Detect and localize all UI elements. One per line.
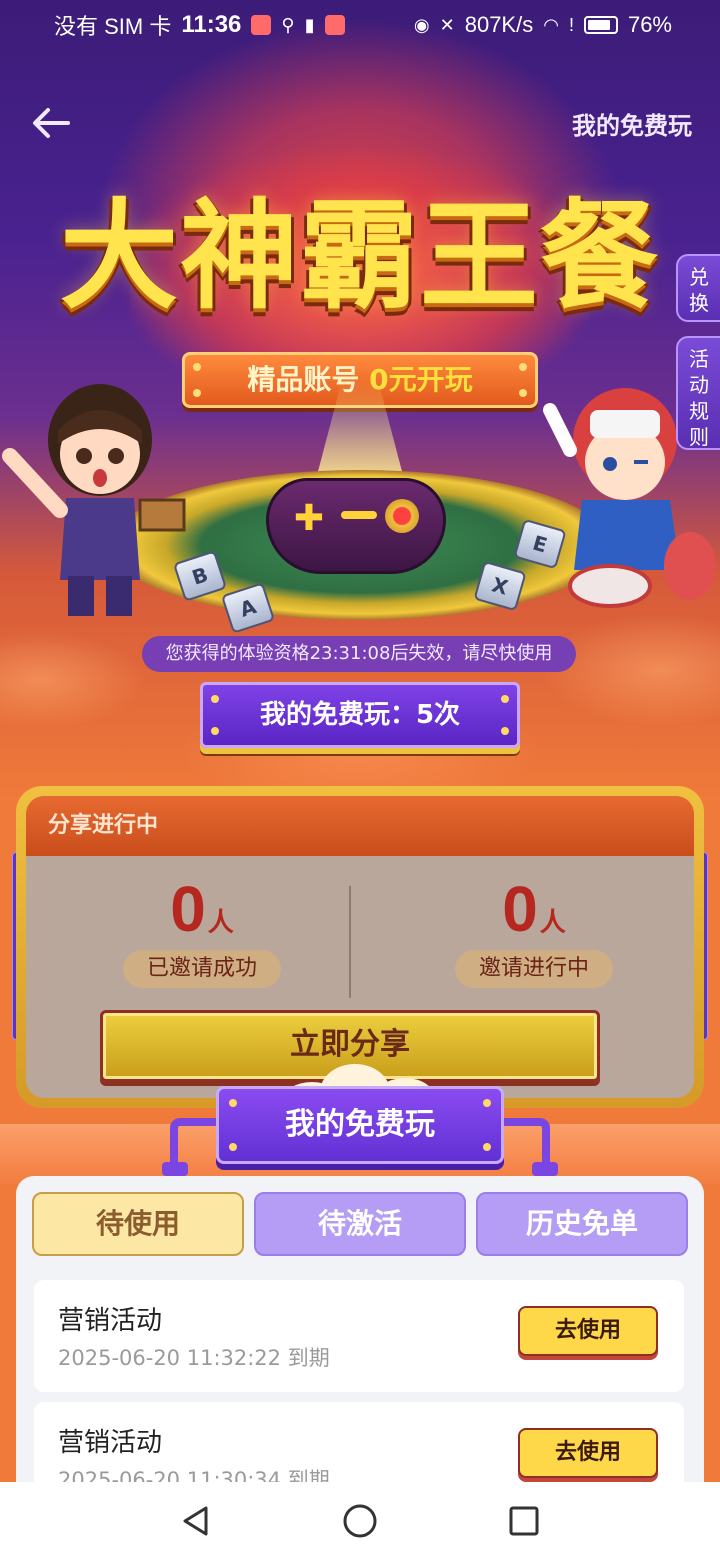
section-title-text: 我的免费玩: [285, 1107, 435, 1142]
dpad-icon: ✚: [293, 498, 325, 539]
app-notification-icon: [251, 15, 272, 35]
tab-pending-activation[interactable]: 待激活: [254, 1192, 466, 1256]
status-left: 没有 SIM 卡 11:36 ⚲ ▮: [54, 9, 345, 41]
tab-history[interactable]: 历史免单: [476, 1192, 688, 1256]
rivet: [483, 1099, 491, 1107]
eye-icon: ◉: [413, 14, 430, 35]
no-sim-icon: !: [568, 14, 574, 35]
gamepad-center-bar: [341, 511, 377, 519]
battery-percent: 76%: [627, 12, 672, 37]
hero-banner: 没有 SIM 卡 11:36 ⚲ ▮ ◉ ✕ 807K/s ◠ ! 76% 我的…: [0, 0, 720, 800]
system-nav-bar: [0, 1482, 720, 1560]
back-button[interactable]: [28, 100, 74, 146]
app-notification-icon-2: [324, 15, 345, 35]
invited-pending-count: 0: [502, 873, 538, 945]
page-title: 我的免费玩: [572, 112, 692, 140]
share-card-header: 分享进行中: [26, 796, 694, 856]
mute-bell-icon: ✕: [439, 14, 455, 35]
network-speed: 807K/s: [464, 12, 534, 37]
voucher-title: 营销活动: [58, 1428, 163, 1458]
status-right: ◉ ✕ 807K/s ◠ ! 76%: [414, 12, 672, 38]
rivet: [229, 1143, 237, 1151]
rivet: [229, 1099, 237, 1107]
battery-icon: [583, 16, 618, 34]
expire-notice: 您获得的体验资格23:31:08后失效，请尽快使用: [142, 636, 576, 672]
rules-char-2: 动: [689, 373, 709, 397]
handle-foot: [162, 1162, 188, 1176]
invited-success-unit: 人: [207, 908, 234, 938]
campaign-title: 大神霸王餐: [59, 187, 660, 325]
invited-success-count: 0: [170, 873, 206, 945]
square-recent-icon: [509, 1506, 539, 1536]
gamepad-icon: ✚: [266, 478, 446, 574]
rivet: [519, 389, 527, 397]
rivet: [501, 727, 509, 735]
my-free-section-title: 我的免费玩: [216, 1086, 504, 1164]
stat-divider: [349, 886, 351, 998]
invited-success-stat: 0人 已邀请成功: [72, 874, 332, 988]
rules-char-4: 则: [689, 425, 709, 449]
nav-recent-button[interactable]: [502, 1499, 546, 1543]
use-voucher-button[interactable]: 去使用: [518, 1306, 658, 1356]
invited-success-label: 已邀请成功: [122, 950, 281, 988]
rivet: [211, 727, 219, 735]
rules-side-tab[interactable]: 活 动 规 则: [676, 336, 720, 450]
voucher-item: 营销活动 2025-06-20 11:32:22 到期 去使用: [34, 1280, 684, 1392]
voucher-expiry: 2025-06-20 11:32:22 到期: [58, 1346, 330, 1370]
clock: 11:36: [181, 11, 242, 38]
rivet: [501, 695, 509, 703]
tab-pending-use[interactable]: 待使用: [32, 1192, 244, 1256]
invited-pending-unit: 人: [539, 908, 566, 938]
rules-char-3: 规: [689, 399, 709, 423]
free-list-panel: 待使用 待激活 历史免单 营销活动 2025-06-20 11:32:22 到期…: [16, 1176, 704, 1514]
voucher-title: 营销活动: [58, 1306, 163, 1336]
triangle-back-icon: [183, 1506, 208, 1536]
free-count-plaque: 我的免费玩：5次: [200, 682, 520, 748]
handle-foot: [532, 1162, 558, 1176]
carrier-text: 没有 SIM 卡: [54, 14, 172, 39]
rivet: [483, 1143, 491, 1151]
invited-pending-stat: 0人 邀请进行中: [404, 874, 664, 988]
nav-back-button[interactable]: [174, 1499, 218, 1543]
exchange-side-tab[interactable]: 兑 换: [676, 254, 720, 322]
arrow-left-icon: [33, 108, 70, 138]
usb-icon: ⚲: [281, 14, 295, 35]
free-count-text: 我的免费玩：5次: [259, 700, 461, 730]
voucher-tabs: 待使用 待激活 历史免单: [32, 1192, 688, 1256]
rivet: [211, 695, 219, 703]
rivet: [519, 363, 527, 371]
invited-pending-label: 邀请进行中: [454, 950, 613, 988]
girl-character-illustration: [2, 384, 186, 616]
exchange-char-1: 兑: [689, 265, 709, 289]
rules-char-1: 活: [689, 347, 709, 371]
exchange-char-2: 换: [689, 291, 709, 315]
status-bar: 没有 SIM 卡 11:36 ⚲ ▮ ◉ ✕ 807K/s ◠ ! 76%: [0, 0, 720, 50]
nav-home-button[interactable]: [338, 1499, 382, 1543]
battery-saver-icon: ▮: [304, 14, 315, 35]
gamepad-button-icon: [385, 499, 419, 533]
circle-home-icon: [343, 1504, 377, 1538]
wifi-icon: ◠: [543, 14, 559, 35]
subtitle-accent: 0元开玩: [369, 363, 473, 396]
use-voucher-button[interactable]: 去使用: [518, 1428, 658, 1478]
share-card-inner: 分享进行中 0人 已邀请成功 0人 邀请进行中 立即分享: [26, 796, 694, 1098]
